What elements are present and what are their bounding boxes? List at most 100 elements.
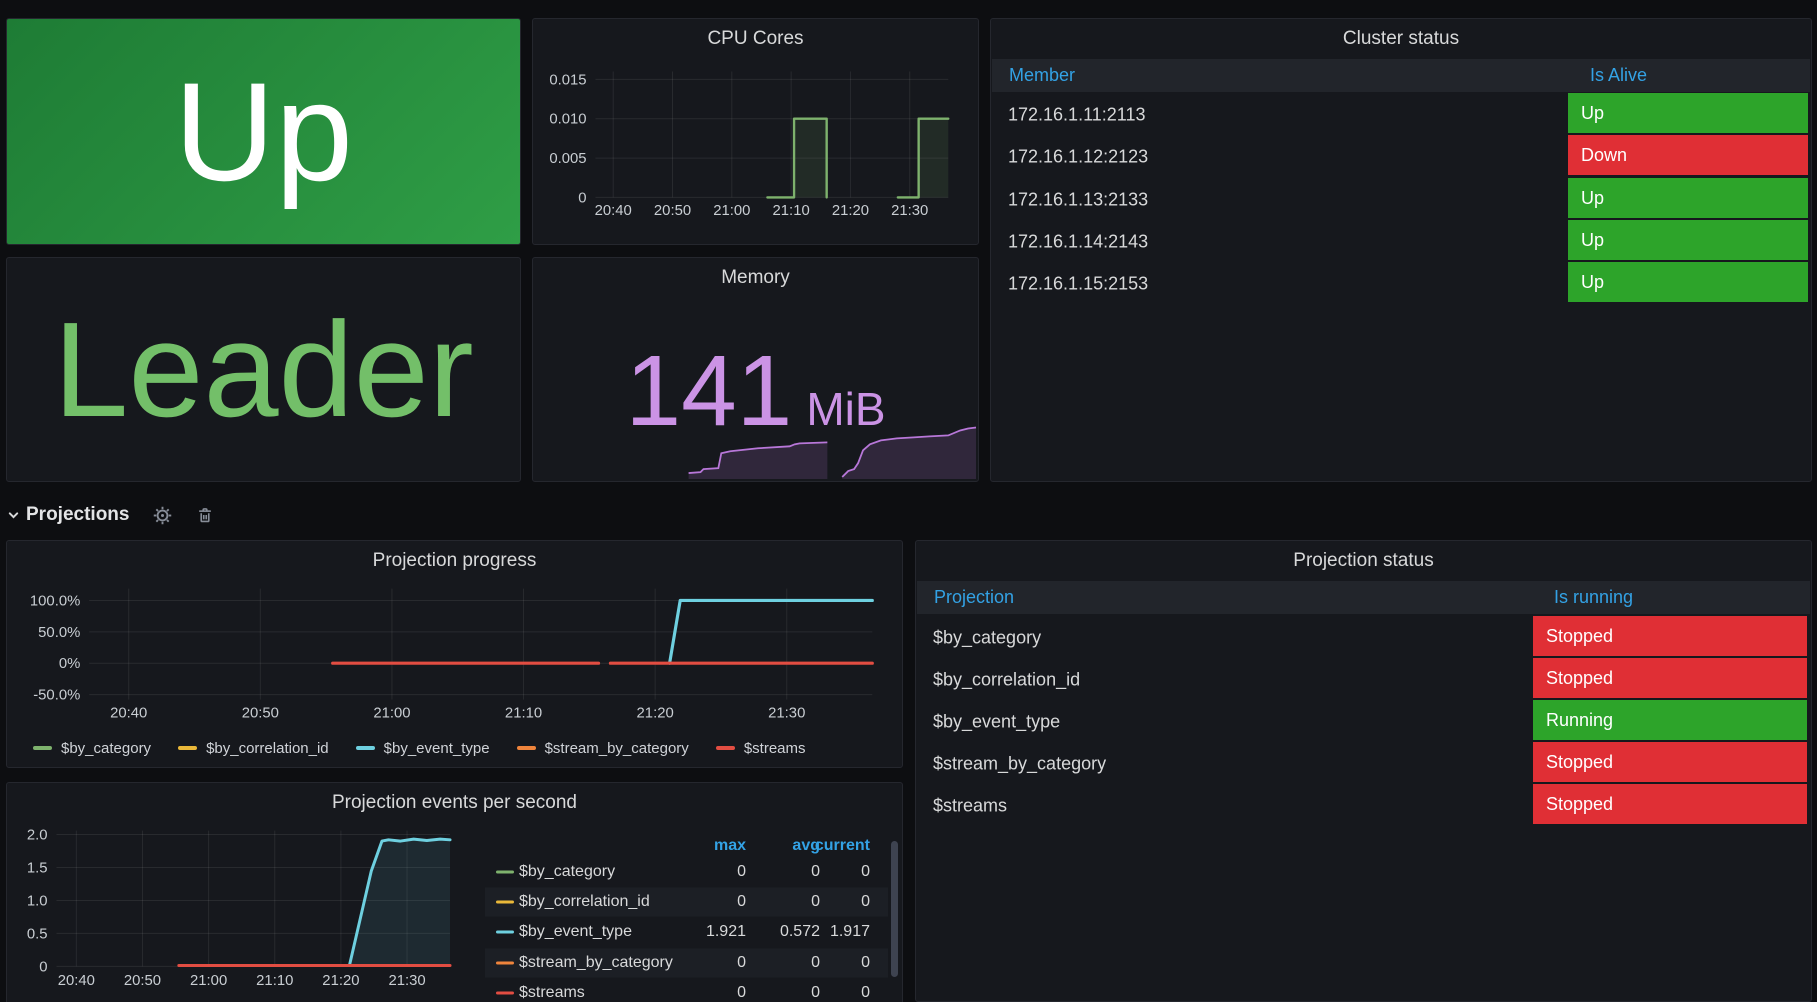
column-header-projection[interactable]: Projection <box>934 581 1014 614</box>
svg-text:21:00: 21:00 <box>190 973 227 989</box>
legend-color-dash-icon <box>496 871 514 874</box>
legend-label[interactable]: $by_correlation_id <box>206 740 329 757</box>
cluster-member-cell: 172.16.1.15:2153 <box>1008 274 1148 295</box>
cluster-table-header: Member Is Alive <box>992 59 1810 92</box>
cluster-alive-badge: Up <box>1568 220 1808 260</box>
column-header-is-running[interactable]: Is running <box>1554 581 1633 614</box>
memory-value: 141 MiB <box>533 334 978 449</box>
svg-text:21:10: 21:10 <box>505 705 542 721</box>
legend-value-current: 0 <box>780 984 870 1002</box>
cluster-member-cell: 172.16.1.13:2133 <box>1008 189 1148 210</box>
svg-text:100.0%: 100.0% <box>30 593 80 609</box>
svg-text:50.0%: 50.0% <box>38 625 80 641</box>
svg-text:0.015: 0.015 <box>549 72 586 88</box>
cluster-member-cell: 172.16.1.11:2113 <box>1008 105 1145 126</box>
legend-item[interactable]: $stream_by_category <box>517 740 689 757</box>
legend-color-dash-icon <box>33 746 52 750</box>
legend-color-dash-icon <box>496 931 514 934</box>
svg-text:1.0: 1.0 <box>27 893 48 909</box>
svg-text:-50.0%: -50.0% <box>33 688 80 704</box>
panel-projection-events: Projection events per second 20:4020:502… <box>6 782 903 1002</box>
panel-title-projection-events[interactable]: Projection events per second <box>7 783 902 823</box>
svg-text:0: 0 <box>578 190 586 206</box>
legend-value-current: 0 <box>780 954 870 972</box>
legend-column-header-current[interactable]: current <box>780 837 870 855</box>
svg-text:20:50: 20:50 <box>654 203 691 219</box>
svg-text:1.5: 1.5 <box>27 860 48 876</box>
legend-series-label[interactable]: $by_event_type <box>519 923 632 941</box>
projection-progress-legend: $by_category $by_correlation_id $by_event_… <box>33 735 806 761</box>
svg-text:21:20: 21:20 <box>832 203 869 219</box>
legend-item[interactable]: $by_correlation_id <box>178 740 329 757</box>
svg-text:21:30: 21:30 <box>891 203 928 219</box>
svg-text:0%: 0% <box>59 656 80 672</box>
legend-label[interactable]: $by_category <box>61 740 151 757</box>
legend-value-current: 0 <box>780 863 870 881</box>
panel-leader-status: Leader <box>6 257 521 482</box>
status-running-badge: Running <box>1533 700 1807 740</box>
status-running-badge: Stopped <box>1533 658 1807 698</box>
panel-title-cluster-status[interactable]: Cluster status <box>991 19 1811 59</box>
legend-label[interactable]: $stream_by_category <box>545 740 689 757</box>
panel-up-status: Up <box>6 18 521 245</box>
legend-series-label[interactable]: $streams <box>519 984 585 1002</box>
legend-item[interactable]: $by_event_type <box>356 740 490 757</box>
svg-text:21:30: 21:30 <box>768 705 805 721</box>
leader-status-value: Leader <box>53 302 473 437</box>
legend-series-label[interactable]: $stream_by_category <box>519 954 673 972</box>
panel-title-projection-status[interactable]: Projection status <box>916 541 1811 581</box>
column-header-is-alive[interactable]: Is Alive <box>1590 59 1647 92</box>
svg-text:0.005: 0.005 <box>549 151 586 167</box>
status-running-badge: Stopped <box>1533 742 1807 782</box>
projections-row-label[interactable]: Projections <box>26 504 129 526</box>
chevron-down-icon <box>6 508 21 523</box>
legend-series-label[interactable]: $by_correlation_id <box>519 893 650 911</box>
svg-text:21:00: 21:00 <box>713 203 750 219</box>
status-running-badge: Stopped <box>1533 616 1807 656</box>
legend-series-label[interactable]: $by_category <box>519 863 615 881</box>
grafana-dashboard: Up Leader CPU Cores 20:40 20:50 21:00 21:10… <box>0 0 1817 1002</box>
column-header-member[interactable]: Member <box>1009 59 1075 92</box>
status-projection-cell: $by_event_type <box>933 712 1060 733</box>
legend-item[interactable]: $by_category <box>33 740 151 757</box>
legend-value-current: 1.917 <box>780 923 870 941</box>
svg-text:21:10: 21:10 <box>773 203 810 219</box>
svg-text:20:40: 20:40 <box>110 705 147 721</box>
row-projections[interactable]: Projections <box>6 497 214 533</box>
svg-text:20:50: 20:50 <box>242 705 279 721</box>
gear-icon[interactable] <box>153 506 172 525</box>
status-projection-cell: $stream_by_category <box>933 754 1106 775</box>
panel-cpu-cores: CPU Cores 20:4020:5021:0021:1021:2021:30… <box>532 18 979 245</box>
cluster-alive-badge: Up <box>1568 93 1808 133</box>
legend-scrollbar[interactable] <box>891 841 898 977</box>
cluster-member-cell: 172.16.1.14:2143 <box>1008 231 1148 252</box>
cluster-member-cell: 172.16.1.12:2123 <box>1008 147 1148 168</box>
panel-title-projection-progress[interactable]: Projection progress <box>7 541 902 581</box>
legend-item[interactable]: $streams <box>716 740 806 757</box>
legend-color-dash-icon <box>496 961 514 964</box>
status-table-header: Projection Is running <box>917 581 1810 614</box>
panel-title-memory[interactable]: Memory <box>533 258 978 298</box>
cluster-alive-badge: Up <box>1568 178 1808 218</box>
trash-icon[interactable] <box>196 506 214 524</box>
status-projection-cell: $by_correlation_id <box>933 670 1080 691</box>
svg-text:21:00: 21:00 <box>373 705 410 721</box>
panel-title-cpu-cores[interactable]: CPU Cores <box>533 19 978 59</box>
legend-label[interactable]: $by_event_type <box>384 740 490 757</box>
panel-cluster-status: Cluster status Member Is Alive 172.16.1.… <box>990 18 1812 482</box>
legend-color-dash-icon <box>496 991 514 994</box>
svg-text:21:10: 21:10 <box>256 973 293 989</box>
legend-label[interactable]: $streams <box>744 740 806 757</box>
legend-color-dash-icon <box>178 746 197 750</box>
svg-text:2.0: 2.0 <box>27 827 48 843</box>
svg-text:0: 0 <box>39 959 47 975</box>
status-running-badge: Stopped <box>1533 784 1807 824</box>
legend-color-dash-icon <box>716 746 735 750</box>
svg-text:21:20: 21:20 <box>322 973 359 989</box>
cluster-alive-badge: Down <box>1568 135 1808 175</box>
memory-value-number: 141 <box>625 335 792 447</box>
legend-color-dash-icon <box>356 746 375 750</box>
status-projection-cell: $streams <box>933 796 1007 817</box>
panel-memory: Memory 141 MiB <box>532 257 979 482</box>
memory-value-unit: MiB <box>806 383 885 435</box>
